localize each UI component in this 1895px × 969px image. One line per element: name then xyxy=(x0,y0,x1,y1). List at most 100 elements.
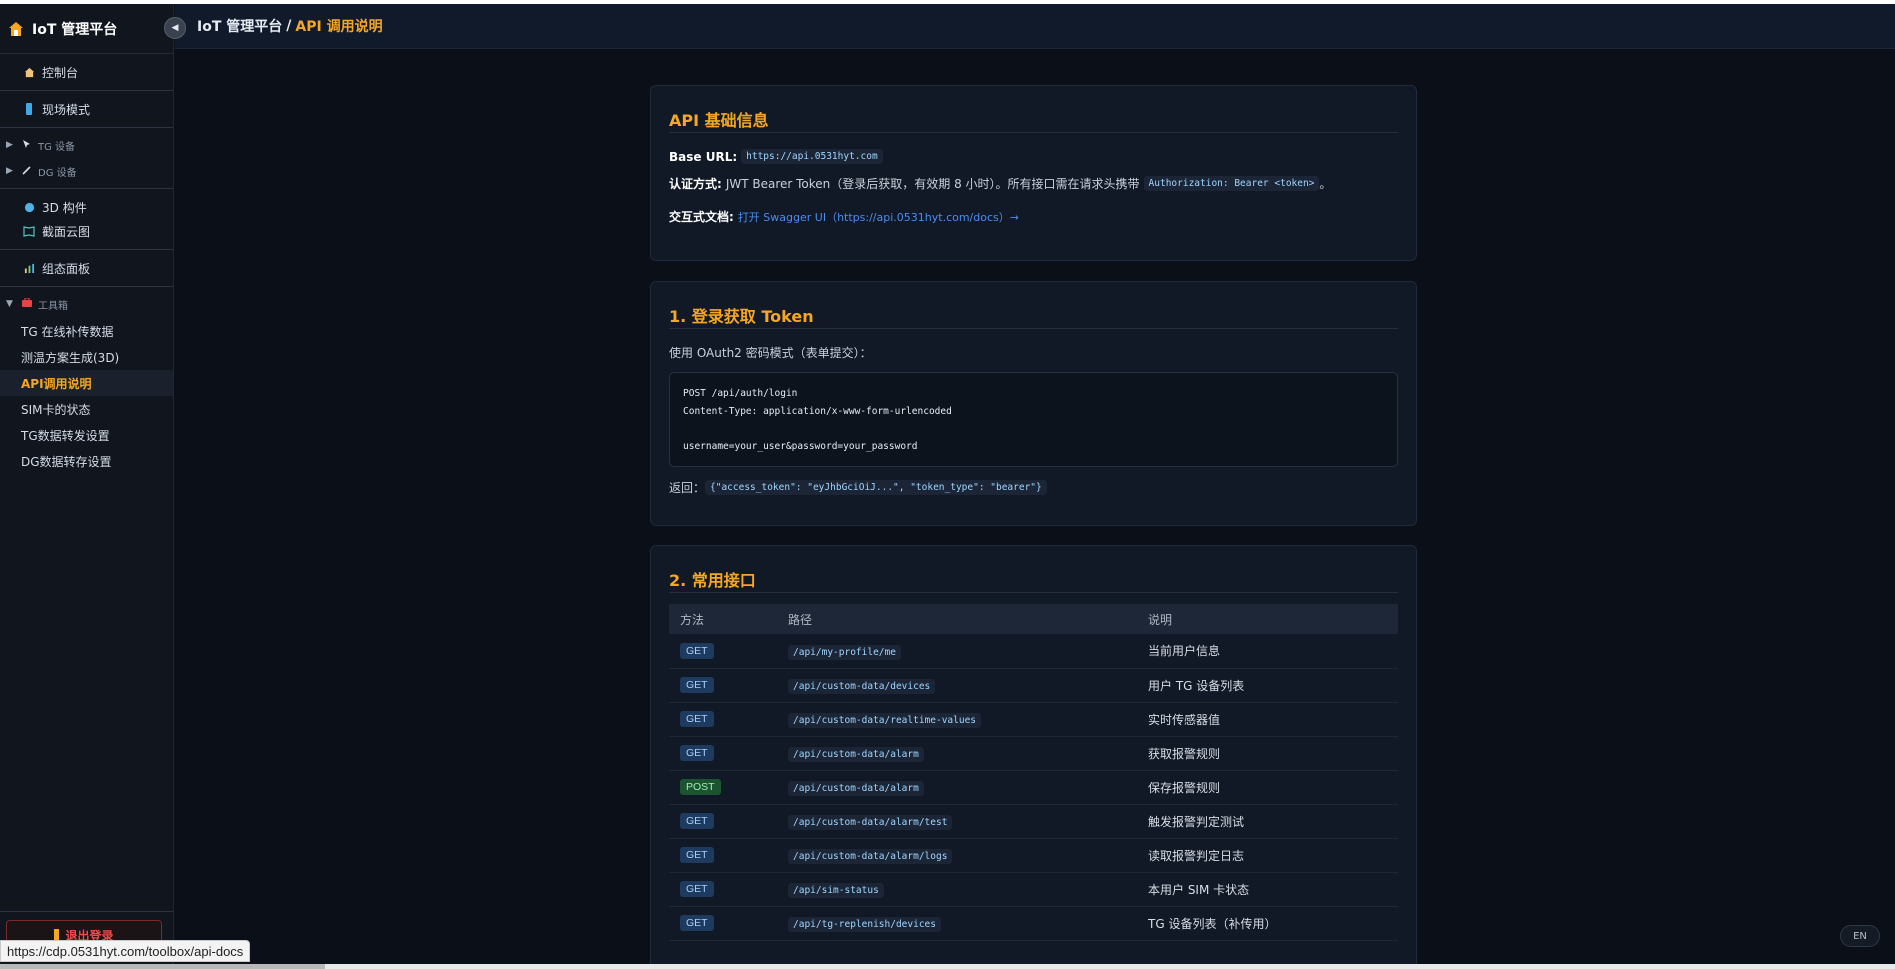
sidebar-group-toolbox[interactable]: ▼ 工具箱 xyxy=(0,293,173,315)
endpoint-path: /api/custom-data/devices xyxy=(788,679,936,694)
login-code-block: POST /api/auth/login Content-Type: appli… xyxy=(669,372,1398,467)
page-header: IoT 管理平台 / API 调用说明 xyxy=(175,4,1895,49)
divider xyxy=(0,286,173,287)
sidebar-item-field-mode[interactable]: 现场模式 xyxy=(0,97,173,121)
browser-status-url: https://cdp.0531hyt.com/toolbox/api-docs xyxy=(0,940,251,962)
card-title: 2. 常用接口 xyxy=(669,546,1398,593)
table-row: POST/api/custom-data/alarm 保存报警规则 xyxy=(669,770,1398,805)
auth-label: 认证方式: xyxy=(669,177,722,191)
auth-text-end: 。 xyxy=(1319,177,1332,191)
pen-icon xyxy=(22,165,34,178)
path-cell: /api/sim-status xyxy=(777,872,1137,907)
pointer-icon xyxy=(22,139,34,152)
breadcrumb-root[interactable]: IoT 管理平台 xyxy=(197,16,282,36)
sidebar-item-label: 3D 构件 xyxy=(42,200,87,215)
path-cell: /api/my-profile/me xyxy=(777,634,1137,669)
sidebar-item-tg-replenish[interactable]: TG 在线补传数据 xyxy=(0,318,173,344)
description-cell: TG 设备列表（补传用） xyxy=(1137,906,1398,941)
caret-down-icon: ▼ xyxy=(6,299,13,309)
sidebar-item-label: 控制台 xyxy=(42,65,79,80)
caret-right-icon: ▶ xyxy=(6,140,13,150)
path-cell: /api/custom-data/alarm xyxy=(777,736,1137,771)
sidebar-item-label: 组态面板 xyxy=(42,261,91,276)
code-line: Content-Type: application/x-www-form-url… xyxy=(683,405,952,417)
table-row: GET/api/custom-data/alarm 获取报警规则 xyxy=(669,736,1398,771)
endpoint-path: /api/custom-data/alarm/test xyxy=(788,815,953,830)
path-cell: /api/custom-data/devices xyxy=(777,668,1137,703)
description-cell: 获取报警规则 xyxy=(1137,736,1398,771)
home-icon xyxy=(22,65,36,79)
sidebar-item-temp-plan-3d[interactable]: 测温方案生成(3D) xyxy=(0,344,173,370)
auth-header-value: Authorization: Bearer <token> xyxy=(1143,176,1320,191)
brand[interactable]: IoT 管理平台 xyxy=(0,4,173,54)
path-cell: /api/custom-data/realtime-values xyxy=(777,702,1137,737)
endpoint-path: /api/my-profile/me xyxy=(788,644,901,660)
description-cell: 读取报警判定日志 xyxy=(1137,838,1398,873)
sidebar-item-tg-forward[interactable]: TG数据转发设置 xyxy=(0,422,173,448)
base-url-label: Base URL: xyxy=(669,149,738,164)
card-title: 1. 登录获取 Token xyxy=(669,282,1398,329)
collapse-sidebar-button[interactable]: ◀ xyxy=(164,17,186,39)
endpoint-path: /api/custom-data/alarm/logs xyxy=(788,849,953,864)
method-cell: GET xyxy=(669,702,777,737)
table-row: GET/api/custom-data/devices 用户 TG 设备列表 xyxy=(669,668,1398,703)
method-cell: POST xyxy=(669,770,777,805)
caret-right-icon: ▶ xyxy=(6,166,13,176)
endpoints-table: 方法 路径 说明 GET/api/my-profile/me 当前用户信息 GET /… xyxy=(669,604,1398,941)
scrollbar-thumb[interactable] xyxy=(0,964,325,969)
divider xyxy=(0,911,174,912)
base-url-value: https://api.0531hyt.com xyxy=(741,149,883,164)
sidebar-item-sim-status[interactable]: SIM卡的状态 xyxy=(0,396,173,422)
description-cell: 本用户 SIM 卡状态 xyxy=(1137,872,1398,907)
method-badge: GET xyxy=(680,711,714,727)
method-cell: GET xyxy=(669,872,777,907)
sidebar-group-label: 工具箱 xyxy=(38,300,68,312)
sidebar-item-api-docs[interactable]: API调用说明 xyxy=(0,370,173,396)
sidebar-group-dg-devices[interactable]: ▶ DG 设备 xyxy=(0,160,173,182)
endpoint-path: /api/tg-replenish/devices xyxy=(788,917,941,932)
column-header-path: 路径 xyxy=(777,604,1137,634)
sidebar-item-section-cloud[interactable]: 截面云图 xyxy=(0,219,173,243)
description-cell: 实时传感器值 xyxy=(1137,702,1398,737)
base-url-row: Base URL: https://api.0531hyt.com xyxy=(669,149,1398,164)
swagger-link[interactable]: 打开 Swagger UI（https://api.0531hyt.com/do… xyxy=(738,209,1019,225)
breadcrumb-current: API 调用说明 xyxy=(295,19,383,35)
home-logo-icon xyxy=(8,21,24,37)
path-cell: /api/custom-data/alarm/test xyxy=(777,804,1137,839)
method-badge: GET xyxy=(680,813,714,829)
table-row: GET/api/sim-status 本用户 SIM 卡状态 xyxy=(669,872,1398,907)
sidebar: IoT 管理平台 控制台 现场模式 ▶ TG 设备 ▶ DG 设备 3D 构件 xyxy=(0,4,174,964)
sidebar-item-label: 截面云图 xyxy=(42,224,91,239)
method-badge: GET xyxy=(680,847,714,863)
endpoint-path: /api/custom-data/alarm xyxy=(788,781,924,796)
sidebar-item-config-panel[interactable]: 组态面板 xyxy=(0,256,173,280)
method-badge: GET xyxy=(680,915,714,931)
method-badge: GET xyxy=(680,745,714,761)
column-header-description: 说明 xyxy=(1137,604,1398,634)
sidebar-item-dg-store[interactable]: DG数据转存设置 xyxy=(0,448,173,474)
main-content: API 基础信息 Base URL: https://api.0531hyt.c… xyxy=(175,50,1895,969)
card-basic-info: API 基础信息 Base URL: https://api.0531hyt.c… xyxy=(650,85,1417,261)
card-title: API 基础信息 xyxy=(669,86,1398,133)
login-return-row: 返回： {"access_token": "eyJhbGciOiJ...", "… xyxy=(669,479,1398,496)
docs-label: 交互式文档: xyxy=(669,210,734,224)
method-badge: GET xyxy=(680,881,714,897)
code-line: POST /api/auth/login xyxy=(683,388,798,399)
method-badge: POST xyxy=(680,779,721,795)
sidebar-group-tg-devices[interactable]: ▶ TG 设备 xyxy=(0,134,173,156)
description-cell: 保存报警规则 xyxy=(1137,770,1398,805)
method-cell: GET xyxy=(669,906,777,941)
sidebar-item-dashboard[interactable]: 控制台 xyxy=(0,60,173,84)
auth-row: 认证方式: JWT Bearer Token（登录后获取，有效期 8 小时）。所… xyxy=(669,175,1398,192)
sidebar-item-3d-components[interactable]: 3D 构件 xyxy=(0,195,173,219)
table-row: GET/api/tg-replenish/devices TG 设备列表（补传用） xyxy=(669,906,1398,941)
divider xyxy=(0,90,173,91)
language-toggle-button[interactable]: EN xyxy=(1840,925,1880,947)
toolbox-icon xyxy=(22,297,34,310)
description-cell: 当前用户信息 xyxy=(1137,634,1398,669)
table-row: GET/api/custom-data/alarm/logs 读取报警判定日志 xyxy=(669,838,1398,873)
auth-text: JWT Bearer Token（登录后获取，有效期 8 小时）。所有接口需在请… xyxy=(725,177,1140,191)
method-cell: GET xyxy=(669,838,777,873)
method-cell: GET xyxy=(669,634,777,669)
